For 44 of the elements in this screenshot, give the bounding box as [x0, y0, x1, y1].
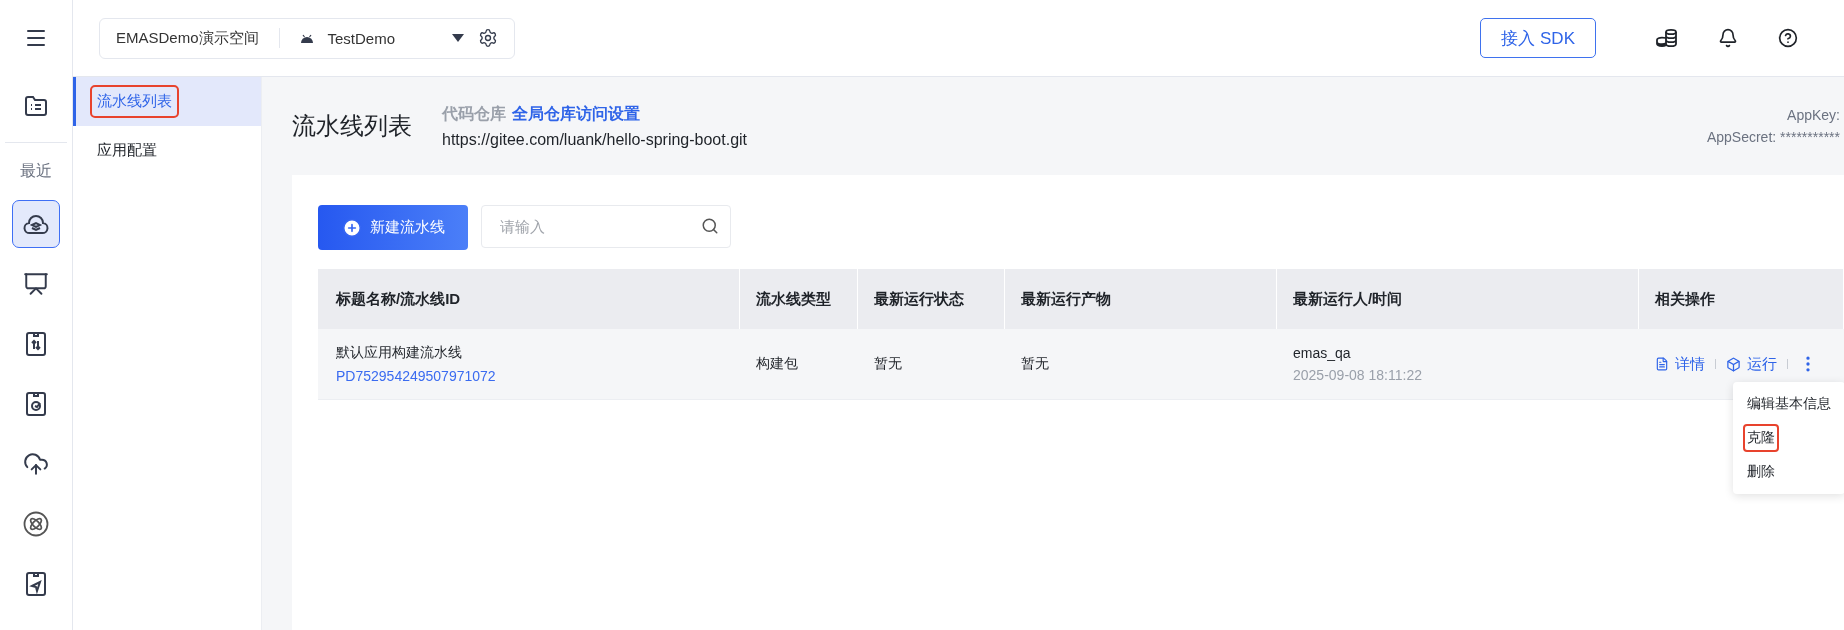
run-link[interactable]: 运行	[1726, 354, 1777, 374]
repo-url: https://gitee.com/luank/hello-spring-boot.git	[442, 130, 748, 149]
column-header: 流水线类型	[740, 269, 858, 329]
caret-icon[interactable]	[451, 34, 464, 42]
repo-label: 代码仓库	[442, 103, 506, 124]
sdk-button[interactable]: 接入 SDK	[1480, 18, 1596, 58]
runner-name: emas_qa	[1293, 345, 1352, 361]
menu-item[interactable]: 克隆	[1743, 424, 1779, 452]
column-header: 相关操作	[1639, 269, 1844, 329]
column-header: 最新运行人/时间	[1277, 269, 1639, 329]
appkey-label: AppKey:	[1787, 107, 1840, 123]
notification-icon[interactable]	[1718, 28, 1738, 48]
menu-item[interactable]: 编辑基本信息	[1743, 390, 1835, 418]
help-icon[interactable]	[1778, 28, 1798, 48]
table-cell-text: 构建包	[756, 355, 799, 373]
cube-icon	[1726, 356, 1741, 372]
pipeline-name: 默认应用构建流水线	[336, 344, 463, 362]
repo-settings-link[interactable]: 全局仓库访问设置	[512, 103, 640, 125]
details-link[interactable]: 详情	[1655, 354, 1705, 374]
plus-circle-icon	[341, 217, 362, 238]
column-header: 标题名称/流水线ID	[318, 269, 740, 329]
run-time: 2025-09-08 18:11:22	[1293, 367, 1423, 383]
workspace-name: EMASDemo演示空间	[116, 28, 259, 48]
cloud-layers-icon[interactable]	[12, 200, 60, 248]
pipeline-id[interactable]: PD752954249507971072	[336, 368, 740, 384]
android-icon	[299, 33, 314, 43]
recent-label: 最近	[20, 161, 52, 181]
search-field[interactable]: 请输入	[481, 205, 731, 248]
settings-icon[interactable]	[477, 28, 498, 48]
sidebar-item[interactable]: 应用配置	[73, 126, 261, 175]
sidebar-item[interactable]: 流水线列表	[73, 77, 261, 126]
app-name: TestDemo	[327, 29, 397, 47]
coins-icon[interactable]	[1656, 28, 1678, 48]
workspace-selector[interactable]: EMASDemo演示空间 TestDemo	[99, 17, 515, 59]
table-cell-text: 暂无	[874, 355, 903, 373]
column-header: 最新运行产物	[1005, 269, 1277, 329]
new-pipeline-button[interactable]: 新建流水线	[318, 205, 468, 250]
page-title: 流水线列表	[292, 111, 412, 141]
menu-item[interactable]: 删除	[1743, 458, 1779, 486]
column-header: 最新运行状态	[858, 269, 1005, 329]
search-icon	[701, 217, 719, 235]
table-cell-text: 暂无	[1021, 355, 1050, 373]
appsecret-label: AppSecret: ***********	[1706, 129, 1840, 145]
document-icon	[1655, 357, 1669, 371]
